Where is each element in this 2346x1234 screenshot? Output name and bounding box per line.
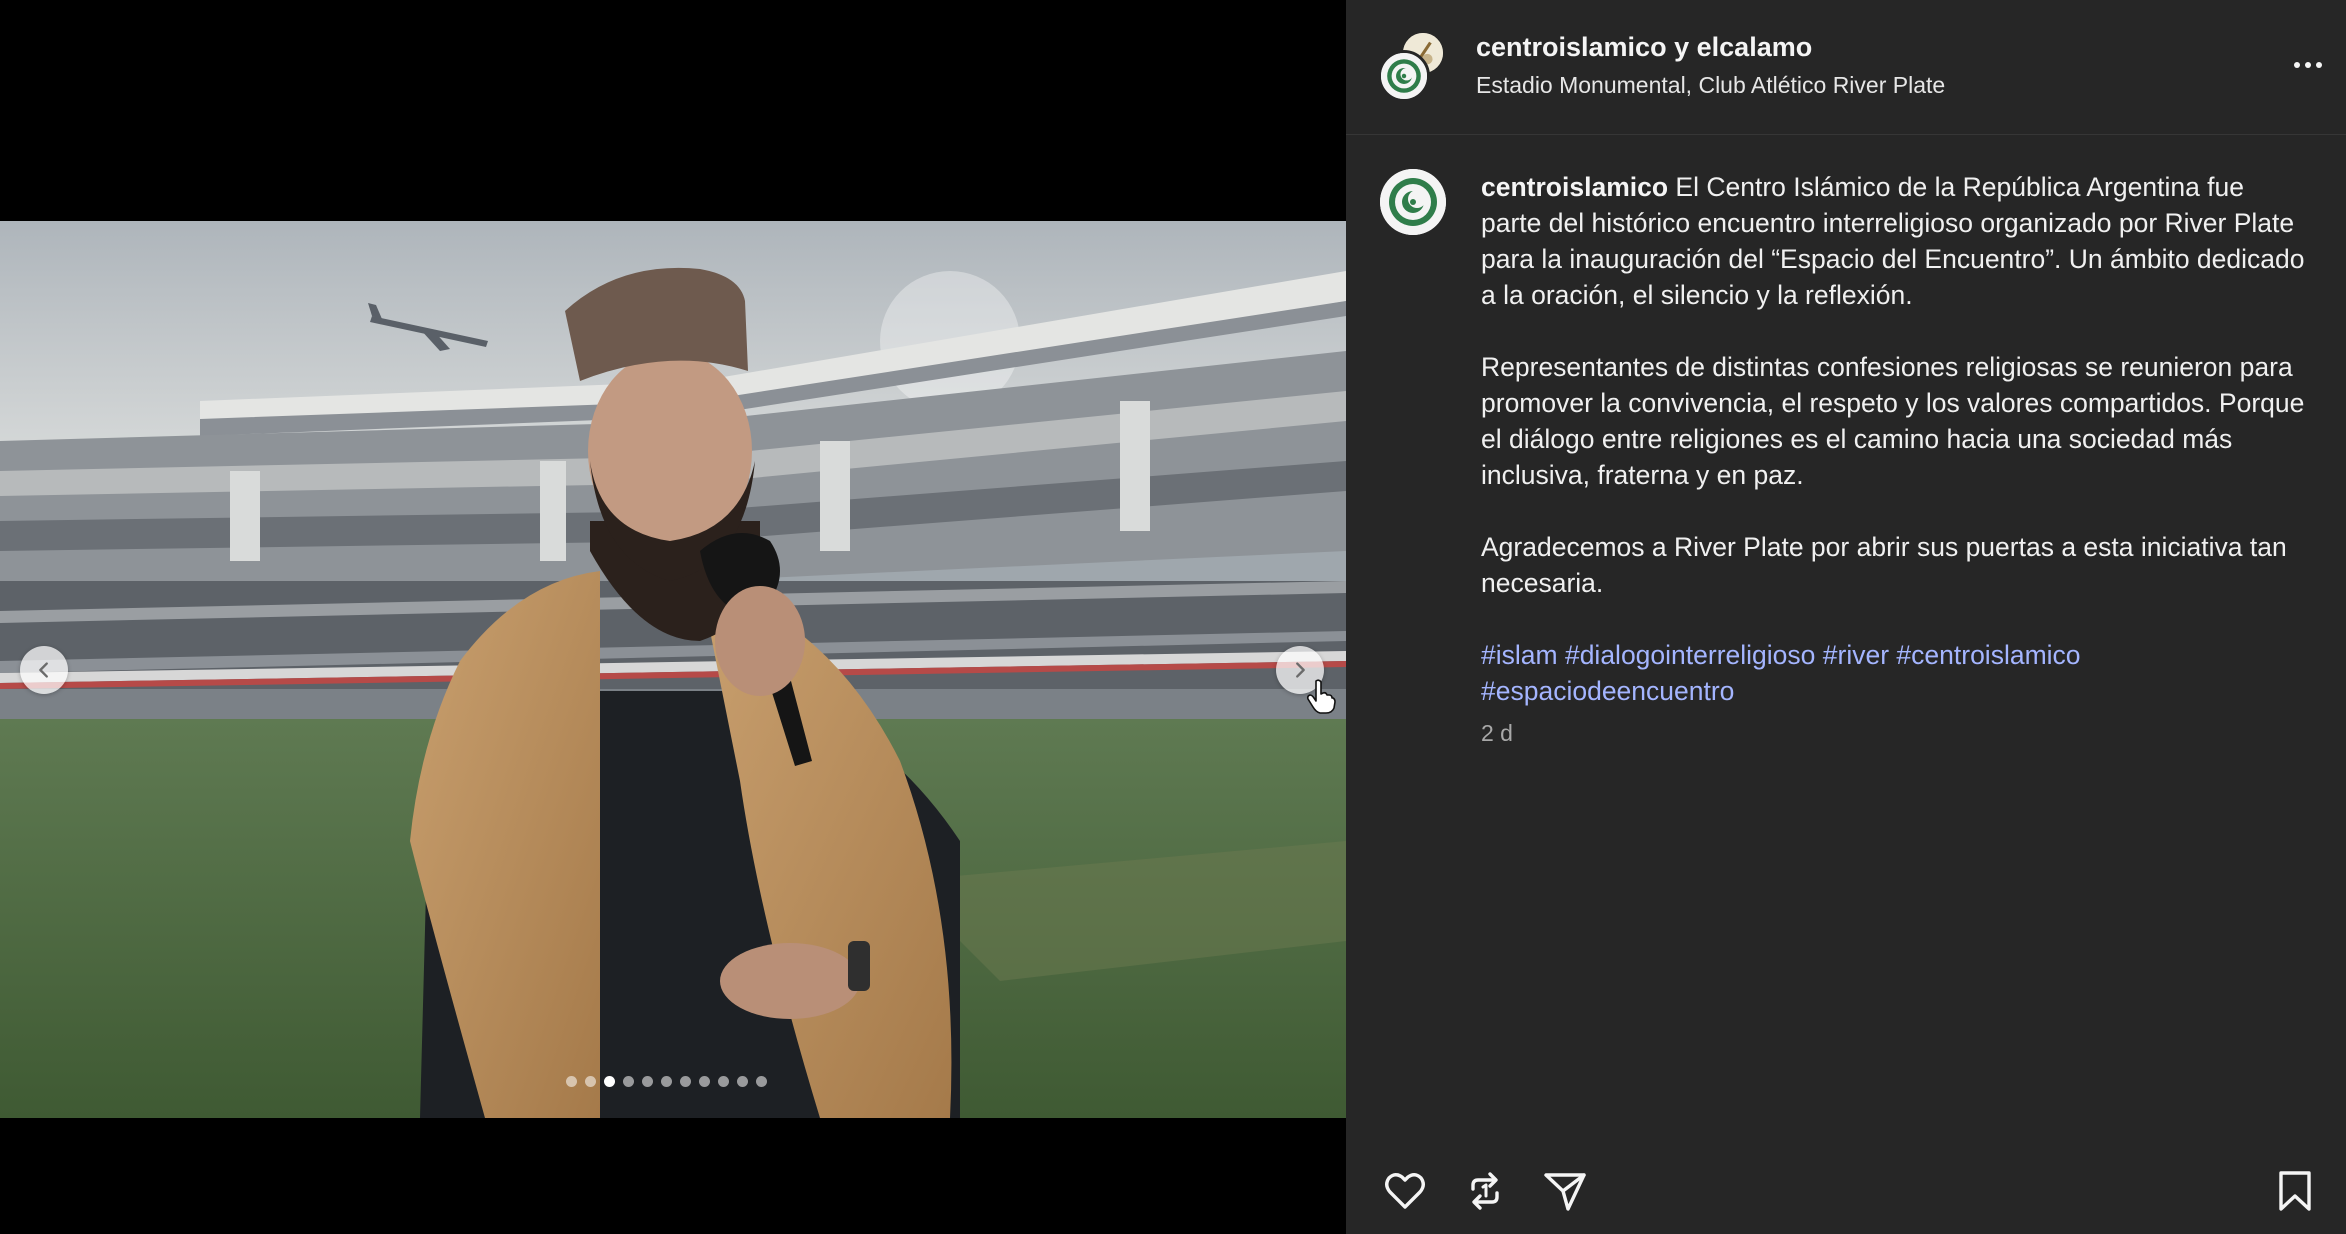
hashtag-link[interactable]: #centroislamico bbox=[1896, 640, 2080, 670]
centroislamico-logo-icon bbox=[1381, 53, 1427, 99]
caption-username[interactable]: centroislamico bbox=[1481, 172, 1668, 202]
collab-avatars[interactable] bbox=[1378, 30, 1448, 102]
media-viewer bbox=[0, 0, 1346, 1234]
caption-paragraph-2: Representantes de distintas confesiones … bbox=[1481, 352, 2305, 490]
carousel-dot bbox=[585, 1076, 596, 1087]
carousel-prev-button[interactable] bbox=[20, 646, 68, 694]
hashtag-link[interactable]: #dialogointerreligioso bbox=[1565, 640, 1815, 670]
more-dot bbox=[2316, 62, 2322, 68]
hand-pointer-cursor-icon bbox=[1306, 679, 1336, 714]
caption-hashtags: #islam #dialogointerreligioso #river #ce… bbox=[1481, 637, 2311, 709]
carousel-dot bbox=[661, 1076, 672, 1087]
author-link-centroislamico[interactable]: centroislamico bbox=[1476, 32, 1667, 62]
carousel-dot bbox=[756, 1076, 767, 1087]
carousel-dot bbox=[680, 1076, 691, 1087]
post-header: centroislamico y elcalamo Estadio Monume… bbox=[1346, 0, 2346, 135]
more-dot bbox=[2294, 62, 2300, 68]
caption-avatar[interactable] bbox=[1380, 169, 1446, 235]
author-joiner: y bbox=[1674, 32, 1690, 62]
carousel-dot bbox=[699, 1076, 710, 1087]
centroislamico-logo-icon bbox=[1380, 169, 1446, 235]
heart-icon bbox=[1385, 1173, 1425, 1209]
action-bar bbox=[1346, 1140, 2346, 1234]
hashtag-link[interactable]: #river bbox=[1823, 640, 1889, 670]
stadium-photo-image bbox=[0, 221, 1346, 1118]
post-author-names: centroislamico y elcalamo bbox=[1476, 32, 1812, 63]
repost-icon bbox=[1471, 1172, 1499, 1210]
more-options-button[interactable] bbox=[2288, 50, 2328, 80]
save-button[interactable] bbox=[2270, 1166, 2320, 1216]
caption-paragraph-3: Agradecemos a River Plate por abrir sus … bbox=[1481, 532, 2287, 598]
share-button[interactable] bbox=[1540, 1166, 1590, 1216]
repost-button[interactable] bbox=[1460, 1166, 1510, 1216]
carousel-indicator bbox=[566, 1076, 767, 1087]
send-icon bbox=[1544, 1173, 1586, 1211]
hashtag-link[interactable]: #islam bbox=[1481, 640, 1558, 670]
post-location-link[interactable]: Estadio Monumental, Club Atlético River … bbox=[1476, 72, 1945, 99]
like-button[interactable] bbox=[1380, 1166, 1430, 1216]
carousel-dot bbox=[642, 1076, 653, 1087]
carousel-dot bbox=[604, 1076, 615, 1087]
avatar-centroislamico bbox=[1378, 50, 1430, 102]
carousel-dot bbox=[737, 1076, 748, 1087]
hashtag-link[interactable]: #espaciodeencuentro bbox=[1481, 676, 1734, 706]
carousel-dot bbox=[623, 1076, 634, 1087]
post-details-panel: centroislamico y elcalamo Estadio Monume… bbox=[1346, 0, 2346, 1234]
chevron-left-icon bbox=[39, 662, 48, 678]
author-link-elcalamo[interactable]: elcalamo bbox=[1697, 32, 1813, 62]
carousel-dot bbox=[566, 1076, 577, 1087]
carousel-dot bbox=[718, 1076, 729, 1087]
more-dot bbox=[2305, 62, 2311, 68]
caption-paragraph-1: centroislamico El Centro Islámico de la … bbox=[1481, 169, 2311, 313]
post-photo[interactable] bbox=[0, 221, 1346, 1118]
caption-body: centroislamico El Centro Islámico de la … bbox=[1481, 169, 2311, 751]
bookmark-icon bbox=[2279, 1171, 2311, 1211]
post-timestamp[interactable]: 2 d bbox=[1481, 715, 2311, 751]
